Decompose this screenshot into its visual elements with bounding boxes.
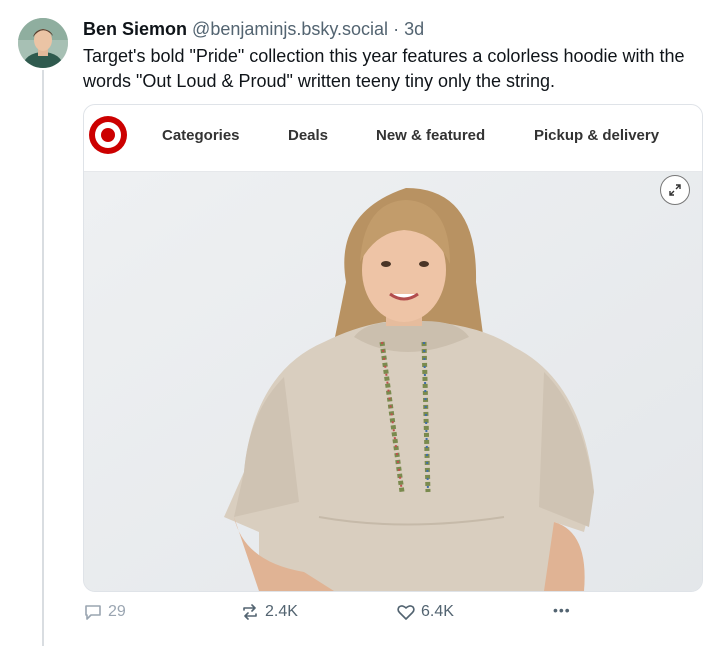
post-time[interactable]: 3d xyxy=(404,19,424,39)
reply-icon xyxy=(85,605,101,620)
target-site-navbar: Categories Deals New & featured Pickup &… xyxy=(84,105,702,172)
post-text: Target's bold "Pride" collection this ye… xyxy=(83,46,685,91)
repost-count: 2.4K xyxy=(265,603,298,620)
repost-button[interactable]: 2.4K xyxy=(240,602,298,622)
nav-categories[interactable]: Categories xyxy=(162,127,240,144)
post-header: Ben Siemon @benjaminjs.bsky.social · 3d xyxy=(83,18,700,40)
embedded-image-card[interactable]: Categories Deals New & featured Pickup &… xyxy=(83,104,703,592)
thread-line xyxy=(42,70,44,646)
post-actions: 29 2.4K 6.4K ••• xyxy=(83,602,703,628)
reply-count: 29 xyxy=(108,603,126,620)
more-icon: ••• xyxy=(553,602,571,618)
like-count: 6.4K xyxy=(421,603,454,620)
separator-dot: · xyxy=(393,19,400,39)
expand-icon xyxy=(669,184,681,196)
repost-icon xyxy=(243,604,257,620)
more-options-button[interactable]: ••• xyxy=(553,602,571,618)
nav-deals[interactable]: Deals xyxy=(288,127,328,144)
author-name[interactable]: Ben Siemon xyxy=(83,19,187,39)
like-button[interactable]: 6.4K xyxy=(396,602,454,622)
like-icon xyxy=(397,605,415,620)
target-logo-icon xyxy=(89,116,127,154)
avatar[interactable] xyxy=(18,18,68,68)
nav-pickup-delivery[interactable]: Pickup & delivery xyxy=(534,127,659,144)
product-photo xyxy=(84,172,702,591)
expand-image-button[interactable] xyxy=(660,175,690,205)
author-handle[interactable]: @benjaminjs.bsky.social xyxy=(192,19,388,39)
nav-new-featured[interactable]: New & featured xyxy=(376,127,485,144)
reply-button[interactable]: 29 xyxy=(83,602,126,622)
